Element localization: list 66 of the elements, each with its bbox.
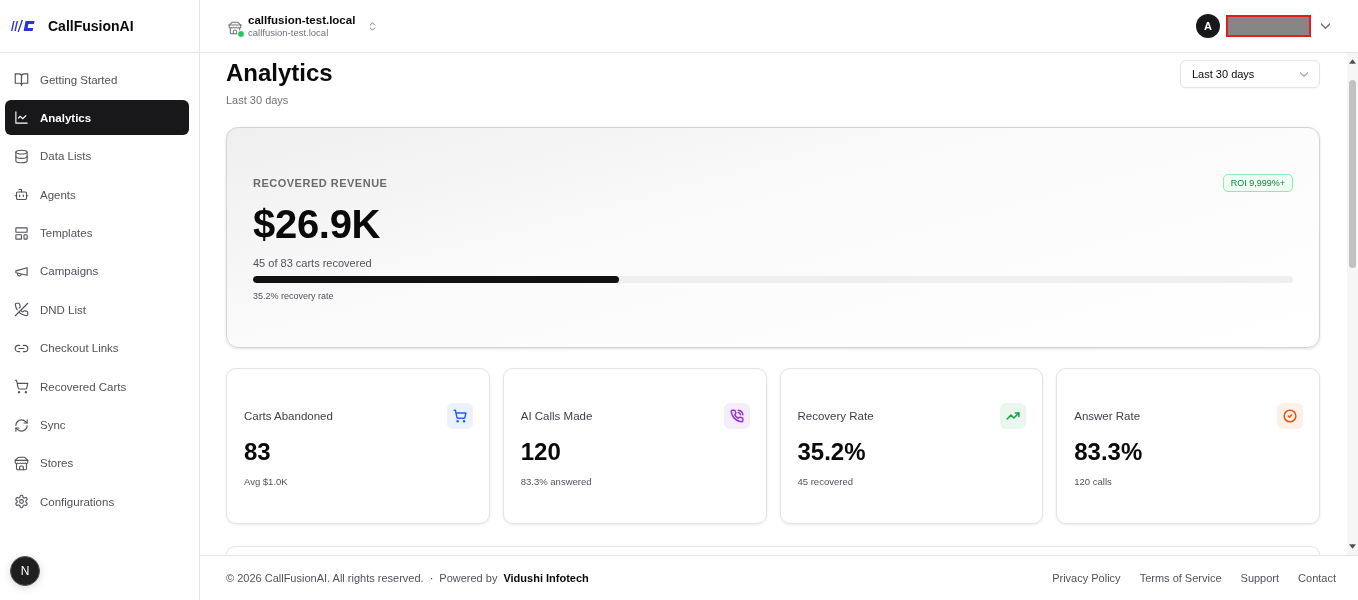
roi-badge: ROI 9,999%+: [1222, 174, 1293, 192]
nav-item[interactable]: Agents: [5, 177, 189, 213]
date-range-select[interactable]: Last 30 days: [1180, 60, 1320, 88]
powered-by-text: Powered by: [439, 572, 498, 584]
store-switcher[interactable]: callfusion-test.local callfusion-test.local: [228, 13, 379, 39]
footer-link[interactable]: Support: [1240, 572, 1280, 584]
chevron-down-icon[interactable]: [1321, 23, 1330, 29]
scroll-up-arrow-icon[interactable]: [1349, 59, 1356, 64]
nav-item[interactable]: Sync: [5, 407, 189, 443]
nav-item[interactable]: Stores: [5, 445, 189, 481]
dev-tools-button[interactable]: N: [10, 556, 40, 586]
refresh-icon: [14, 417, 29, 433]
scrollbar-thumb[interactable]: [1349, 80, 1356, 268]
stat-label: Answer Rate: [1074, 410, 1141, 422]
page-title: Analytics: [226, 58, 333, 88]
stat-value: 35.2%: [797, 438, 867, 466]
revenue-label: RECOVERED REVENUE: [253, 177, 388, 189]
phone-call-icon: [723, 403, 750, 429]
nav-item[interactable]: Analytics: [5, 100, 189, 136]
line-chart-icon: [14, 110, 29, 126]
store-icon: [14, 455, 29, 471]
chevron-down-icon: [1300, 71, 1308, 77]
footer-link[interactable]: Terms of Service: [1139, 572, 1222, 584]
scroll-down-arrow-icon[interactable]: [1349, 544, 1356, 549]
nav-item[interactable]: Data Lists: [5, 138, 189, 174]
stat-caption: Avg $1.0K: [244, 476, 289, 488]
footer-link[interactable]: Contact: [1298, 572, 1336, 584]
copyright-text: © 2026 CallFusionAI. All rights reserved.: [226, 572, 424, 584]
page-subtitle: Last 30 days: [226, 93, 290, 107]
logo-icon: [10, 19, 36, 33]
store-icon: [228, 20, 242, 35]
trending-up-icon: [1000, 403, 1027, 429]
stat-caption: 120 calls: [1074, 476, 1113, 488]
revenue-caption: 35.2% recovery rate: [253, 291, 335, 302]
nav-item[interactable]: Configurations: [5, 484, 189, 520]
stat-value: 83: [244, 438, 272, 466]
vendor-link[interactable]: Vidushi Infotech: [503, 572, 589, 584]
nav-item[interactable]: Templates: [5, 215, 189, 251]
book-open-icon: [14, 72, 29, 87]
nav-item[interactable]: Checkout Links: [5, 330, 189, 366]
stat-label: Carts Abandoned: [244, 410, 333, 422]
stat-caption: 83.3% answered: [520, 476, 593, 488]
circle-check-icon: [1277, 403, 1303, 429]
separator: ·: [429, 572, 434, 584]
shopping-cart-icon: [14, 379, 29, 395]
robot-icon: [14, 187, 29, 203]
brand-name: CallFusionAI: [48, 18, 134, 34]
nav-item[interactable]: Campaigns: [5, 253, 189, 289]
shopping-cart-icon: [446, 403, 473, 429]
scrollbar[interactable]: [1347, 53, 1358, 555]
nav-item[interactable]: DND List: [5, 292, 189, 328]
avatar[interactable]: A: [1196, 14, 1220, 38]
nav-item[interactable]: Recovered Carts: [5, 369, 189, 405]
stat-label: Recovery Rate: [797, 410, 874, 422]
layout-icon: [14, 225, 29, 241]
database-icon: [14, 148, 29, 164]
nav-item[interactable]: Getting Started: [5, 62, 189, 97]
stat-value: 83.3%: [1074, 438, 1144, 466]
stat-label: AI Calls Made: [520, 410, 593, 422]
stat-value: 120: [520, 438, 562, 466]
phone-off-icon: [14, 302, 29, 318]
revenue-detail: 45 of 83 carts recovered: [253, 256, 373, 270]
revenue-amount: $26.9K: [253, 204, 382, 244]
settings-icon: [14, 494, 29, 510]
footer-link[interactable]: Privacy Policy: [1052, 572, 1121, 584]
stat-caption: 45 recovered: [797, 476, 854, 488]
